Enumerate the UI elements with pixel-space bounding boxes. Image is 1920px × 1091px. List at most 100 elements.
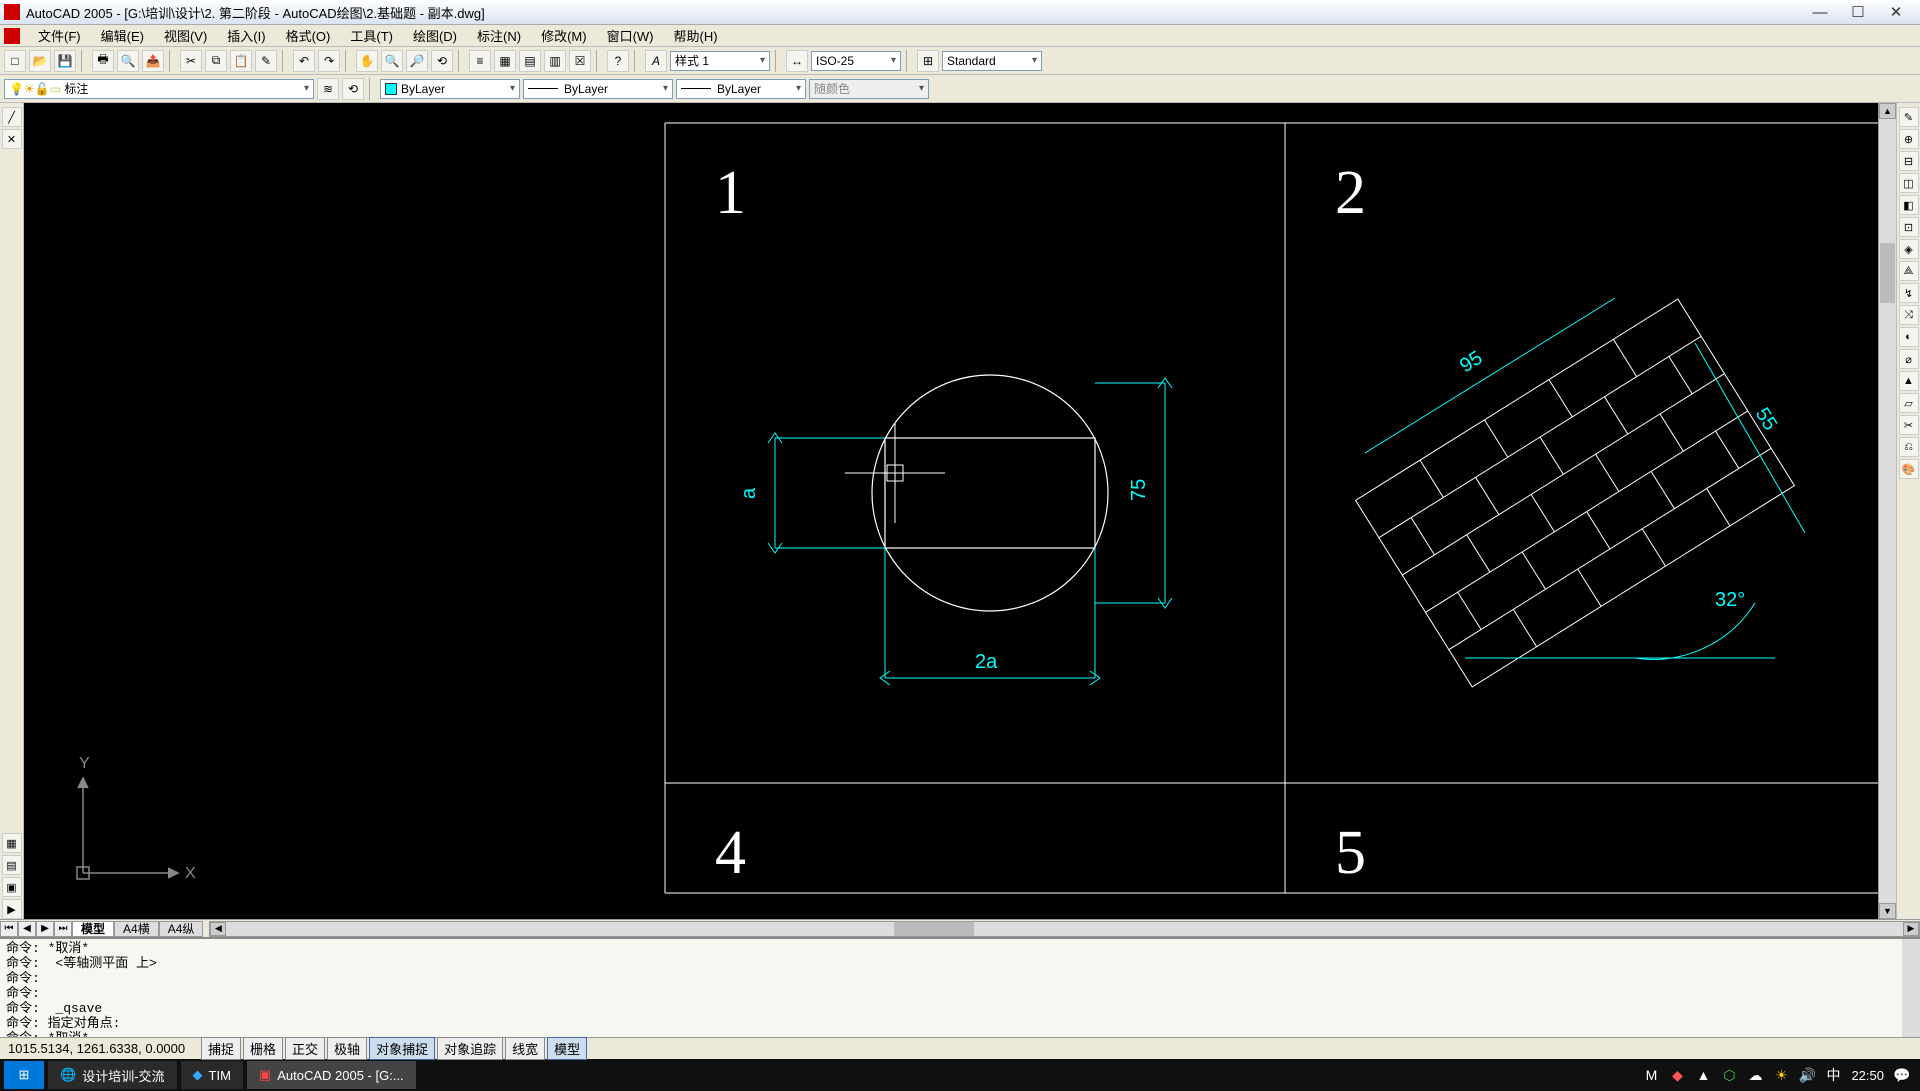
tab-next[interactable]: ▶ [36,921,54,937]
modify-tool-7[interactable]: ◈ [1899,239,1919,259]
horizontal-scrollbar[interactable]: ◀ ▶ [209,921,1920,937]
layout-tab-a4h[interactable]: A4横 [114,921,159,937]
help-button[interactable]: ? [607,50,629,72]
linetype-combo[interactable]: ByLayer▾ [523,79,673,99]
dim-style-combo[interactable]: ISO-25▾ [811,51,901,71]
layer-prev-button[interactable]: ⟲ [342,78,364,100]
tray-notifications-icon[interactable]: 💬 [1894,1067,1910,1083]
layer-combo[interactable]: 💡☀🔓▭ 标注▾ [4,79,314,99]
table-style-combo[interactable]: Standard▾ [942,51,1042,71]
zoom-prev-button[interactable]: ⟲ [431,50,453,72]
scroll-right-button[interactable]: ▶ [1903,922,1919,936]
tool-c[interactable]: ▣ [2,877,22,897]
tool-d[interactable]: ▶ [2,899,22,919]
mode-lwt[interactable]: 线宽 [505,1037,545,1060]
modify-tool-5[interactable]: ◧ [1899,195,1919,215]
close-button[interactable]: ✕ [1882,3,1910,21]
tool-palette-button[interactable]: ▤ [519,50,541,72]
minimize-button[interactable]: — [1806,3,1834,21]
text-style-combo[interactable]: 样式 1▾ [670,51,770,71]
tray-icon-6[interactable]: ☀ [1773,1067,1789,1083]
mode-osnap[interactable]: 对象捕捉 [369,1037,435,1060]
new-button[interactable]: □ [4,50,26,72]
tab-prev[interactable]: ◀ [18,921,36,937]
modify-tool-9[interactable]: ↯ [1899,283,1919,303]
layer-manager-button[interactable]: ≋ [317,78,339,100]
menu-insert[interactable]: 插入(I) [217,25,275,46]
menu-edit[interactable]: 编辑(E) [91,25,154,46]
maximize-button[interactable]: ☐ [1844,3,1872,21]
scroll-up-button[interactable]: ▲ [1879,103,1896,119]
table-style-icon[interactable]: ⊞ [917,50,939,72]
modify-tool-10[interactable]: ⤨ [1899,305,1919,325]
redo-button[interactable]: ↷ [318,50,340,72]
tray-icon-2[interactable]: ◆ [1669,1067,1685,1083]
menu-modify[interactable]: 修改(M) [531,25,597,46]
open-button[interactable]: 📂 [29,50,51,72]
menu-draw[interactable]: 绘图(D) [403,25,467,46]
zoom-rt-button[interactable]: 🔍 [381,50,403,72]
mode-ortho[interactable]: 正交 [285,1037,325,1060]
modify-tool-8[interactable]: ⟁ [1899,261,1919,281]
tray-volume-icon[interactable]: 🔊 [1799,1067,1815,1083]
paste-button[interactable]: 📋 [230,50,252,72]
mode-polar[interactable]: 极轴 [327,1037,367,1060]
mode-grid[interactable]: 栅格 [243,1037,283,1060]
tool-b[interactable]: ▤ [2,855,22,875]
layout-tab-a4v[interactable]: A4纵 [159,921,204,937]
menu-view[interactable]: 视图(V) [154,25,217,46]
menu-file[interactable]: 文件(F) [28,25,91,46]
plotstyle-combo[interactable]: 随颜色▾ [809,79,929,99]
cut-button[interactable]: ✂ [180,50,202,72]
mode-snap[interactable]: 捕捉 [201,1037,241,1060]
command-history[interactable]: 命令: *取消* 命令: <等轴测平面 上> 命令: 命令: 命令: _qsav… [0,939,1902,1037]
cmd-scrollbar[interactable] [1902,939,1920,1037]
markup-button[interactable]: ☒ [569,50,591,72]
tool-a[interactable]: ▦ [2,833,22,853]
tab-last[interactable]: ⏭ [54,921,72,937]
modify-tool-6[interactable]: ⊡ [1899,217,1919,237]
modify-tool-13[interactable]: ▲ [1899,371,1919,391]
mode-otrack[interactable]: 对象追踪 [437,1037,503,1060]
color-combo[interactable]: ByLayer▾ [380,79,520,99]
tray-clock[interactable]: 22:50 [1851,1068,1884,1083]
tray-icon-4[interactable]: ⬡ [1721,1067,1737,1083]
modify-tool-3[interactable]: ⊟ [1899,151,1919,171]
match-button[interactable]: ✎ [255,50,277,72]
start-button[interactable]: ⊞ [4,1061,44,1089]
modify-tool-2[interactable]: ⊕ [1899,129,1919,149]
menu-dimension[interactable]: 标注(N) [467,25,531,46]
design-center-button[interactable]: ▦ [494,50,516,72]
line-tool[interactable]: ╱ [2,107,22,127]
xline-tool[interactable]: ✕ [2,129,22,149]
modify-tool-15[interactable]: ✂ [1899,415,1919,435]
scroll-down-button[interactable]: ▼ [1879,903,1896,919]
mode-model[interactable]: 模型 [547,1037,587,1060]
modify-tool-14[interactable]: ▱ [1899,393,1919,413]
modify-tool-4[interactable]: ◫ [1899,173,1919,193]
tray-icon-3[interactable]: ▲ [1695,1067,1711,1083]
print-button[interactable]: 🖶 [92,50,114,72]
menu-help[interactable]: 帮助(H) [664,25,728,46]
zoom-window-button[interactable]: 🔎 [406,50,428,72]
text-style-icon[interactable]: A [645,50,667,72]
task-item-3[interactable]: ▣AutoCAD 2005 - [G:... [247,1061,416,1089]
save-button[interactable]: 💾 [54,50,76,72]
print-preview-button[interactable]: 🔍 [117,50,139,72]
tray-icon-1[interactable]: M [1643,1067,1659,1083]
menu-format[interactable]: 格式(O) [276,25,341,46]
vscroll-thumb[interactable] [1880,243,1895,303]
tab-first[interactable]: ⏮ [0,921,18,937]
modify-tool-17[interactable]: 🎨 [1899,459,1919,479]
copy-button[interactable]: ⧉ [205,50,227,72]
task-item-2[interactable]: ◆TIM [181,1061,243,1089]
drawing-canvas[interactable]: 1 2 4 5 [24,103,1896,919]
dim-style-icon[interactable]: ↔ [786,50,808,72]
hscroll-thumb[interactable] [894,922,974,936]
modify-tool-11[interactable]: ◐ [1899,327,1919,347]
properties-button[interactable]: ≡ [469,50,491,72]
vertical-scrollbar[interactable]: ▲ ▼ [1878,103,1896,919]
menu-window[interactable]: 窗口(W) [597,25,664,46]
layout-tab-model[interactable]: 模型 [72,921,114,937]
scroll-left-button[interactable]: ◀ [210,922,226,936]
